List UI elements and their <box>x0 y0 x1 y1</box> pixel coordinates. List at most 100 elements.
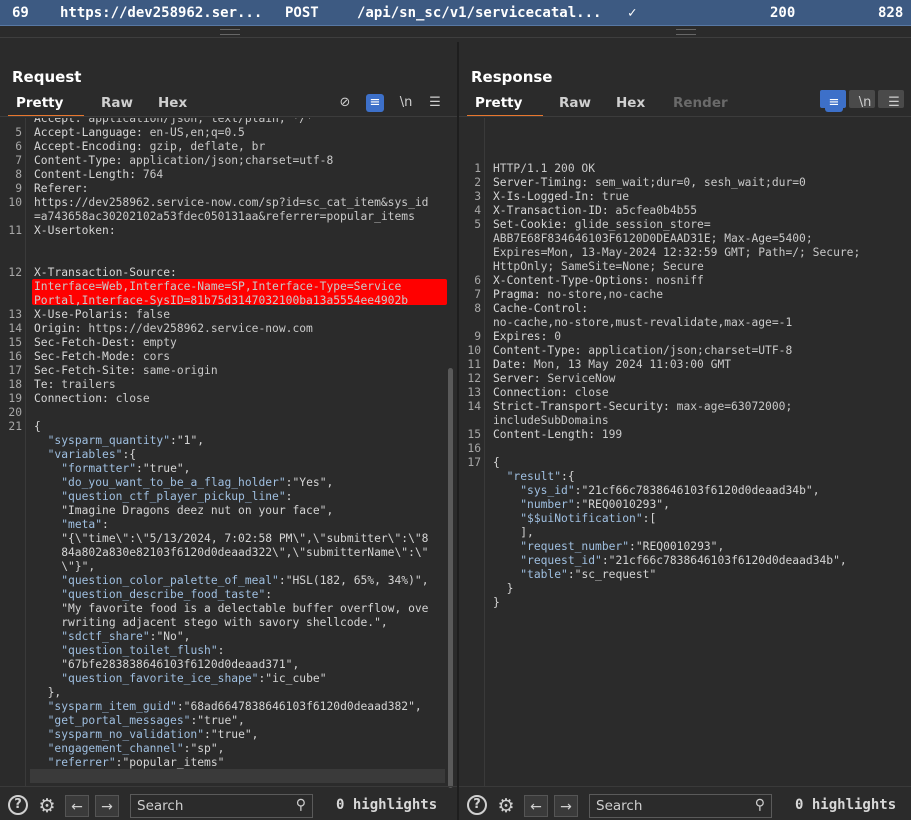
line-text: "do_you_want_to_be_a_flag_holder":"Yes", <box>61 476 334 489</box>
line-number: 5 <box>15 126 22 139</box>
request-code-line: "{\"time\":\"5/13/2024, 7:02:58 PM\",\"s… <box>0 532 457 546</box>
line-number: 18 <box>8 378 22 391</box>
line-number: 8 <box>15 168 22 181</box>
line-number: 6 <box>474 274 481 287</box>
response-code-line: "number":"REQ0010293", <box>459 498 911 512</box>
request-code-line: 16 Sec-Fetch-Mode: cors <box>0 350 457 364</box>
left-grip-icon[interactable] <box>220 29 240 35</box>
line-number: 11 <box>8 224 22 237</box>
tab-request-hex[interactable]: Hex <box>158 95 187 111</box>
line-number: 12 <box>467 372 481 385</box>
tab-request-raw[interactable]: Raw <box>101 95 133 111</box>
line-text: "question_favorite_ice_shape":"ic_cube" <box>61 672 327 685</box>
newline-icon[interactable]: \n <box>397 94 415 112</box>
tab-response-raw[interactable]: Raw <box>559 95 591 111</box>
response-footer: ? ⚙ ← → ⚲ 0 highlights <box>459 786 911 820</box>
response-search-box: ⚲ <box>589 794 772 818</box>
request-hscrollbar[interactable] <box>30 769 445 783</box>
line-text: "formatter":"true", <box>61 462 191 475</box>
line-text: Accept-Encoding: gzip, deflate, br <box>34 140 266 153</box>
request-code-line: "Imagine Dragons deez nut on your face", <box>0 504 457 518</box>
tab-response-render[interactable]: Render <box>673 95 728 111</box>
request-code-line: "sdctf_share":"No", <box>0 630 457 644</box>
history-host: https://dev258962.ser... <box>60 5 263 21</box>
response-code-line: 1 HTTP/1.1 200 OK <box>459 162 911 176</box>
response-code-line: ], <box>459 526 911 540</box>
request-code-line: "do_you_want_to_be_a_flag_holder":"Yes", <box>0 476 457 490</box>
response-code-line: "table":"sc_request" <box>459 568 911 582</box>
line-text: Server-Timing: sem_wait;dur=0, sesh_wait… <box>493 176 806 189</box>
request-code-line: 17 Sec-Fetch-Site: same-origin <box>0 364 457 378</box>
request-scrollbar[interactable] <box>447 118 455 788</box>
newline-icon[interactable]: \n <box>856 94 874 112</box>
line-number: 5 <box>474 218 481 231</box>
line-text: "referrer":"popular_items" <box>47 756 225 769</box>
line-text: "sysparm_no_validation":"true", <box>47 728 259 741</box>
wrap-lines-icon[interactable]: ≡ <box>366 94 384 112</box>
line-number: 9 <box>474 330 481 343</box>
menu-icon[interactable]: ☰ <box>885 94 903 112</box>
line-text: "table":"sc_request" <box>520 568 657 581</box>
request-pane: Request Pretty Raw Hex ⊘ ≡ \n ☰ Accept: … <box>0 42 457 820</box>
tab-request-pretty[interactable]: Pretty <box>16 95 63 111</box>
request-code-line: Portal,Interface-SysID=81b75d3147032100b… <box>0 294 457 308</box>
hide-eye-icon[interactable]: ⊘ <box>336 94 354 112</box>
response-code-line: 3 X-Is-Logged-In: true <box>459 190 911 204</box>
response-search-input[interactable] <box>596 798 746 814</box>
line-number: 2 <box>474 176 481 189</box>
line-text: Content-Length: 199 <box>493 428 623 441</box>
right-grip-icon[interactable] <box>676 29 696 35</box>
settings-gear-icon[interactable]: ⚙ <box>495 795 517 817</box>
response-code-line: 12 Server: ServiceNow <box>459 372 911 386</box>
help-icon[interactable]: ? <box>467 795 487 815</box>
search-icon[interactable]: ⚲ <box>755 797 765 813</box>
request-editor[interactable]: Accept: application/json, text/plain, */… <box>0 118 457 786</box>
response-code-line: no-cache,no-store,must-revalidate,max-ag… <box>459 316 911 330</box>
request-code-line: "My favorite food is a delectable buffer… <box>0 602 457 616</box>
help-icon[interactable]: ? <box>8 795 28 815</box>
request-code-line: 10 https://dev258962.service-now.com/sp?i… <box>0 196 457 210</box>
history-selected-row[interactable]: 69 https://dev258962.ser... POST /api/sn… <box>0 0 911 26</box>
line-text: X-Usertoken: <box>34 224 116 237</box>
back-arrow-icon[interactable]: ← <box>524 795 548 817</box>
request-code-line: "engagement_channel":"sp", <box>0 742 457 756</box>
tab-response-pretty[interactable]: Pretty <box>475 95 522 111</box>
line-number: 10 <box>8 196 22 209</box>
response-code-line: 14 Strict-Transport-Security: max-age=630… <box>459 400 911 414</box>
line-text: "request_id":"21cf66c7838646103f6120d0de… <box>520 554 847 567</box>
response-code-line: ABB7E68F834646103F6120D0DEAAD31E; Max-Ag… <box>459 232 911 246</box>
line-number: 16 <box>8 350 22 363</box>
line-text: Set-Cookie: glide_session_store= <box>493 218 711 231</box>
search-icon[interactable]: ⚲ <box>296 797 306 813</box>
settings-gear-icon[interactable]: ⚙ <box>36 795 58 817</box>
line-number: 9 <box>15 182 22 195</box>
request-search-input[interactable] <box>137 798 287 814</box>
line-text: "sysparm_item_guid":"68ad6647838646103f6… <box>47 700 422 713</box>
response-code-line: 11 Date: Mon, 13 May 2024 11:03:00 GMT <box>459 358 911 372</box>
line-number: 14 <box>8 322 22 335</box>
pane-divider[interactable] <box>0 26 911 42</box>
line-text: Content-Type: application/json;charset=U… <box>493 344 793 357</box>
line-text: "question_ctf_player_pickup_line": <box>61 490 293 503</box>
response-pane: Response Pretty Raw Hex Render ≡ \n ☰ 1H… <box>459 42 911 820</box>
request-code-line: "question_color_palette_of_meal":"HSL(18… <box>0 574 457 588</box>
forward-arrow-icon[interactable]: → <box>95 795 119 817</box>
line-text: Server: ServiceNow <box>493 372 616 385</box>
request-code-line: 21 { <box>0 420 457 434</box>
response-code-line: 4 X-Transaction-ID: a5cfea0b4b55 <box>459 204 911 218</box>
history-method: POST <box>285 5 319 21</box>
history-number: 69 <box>12 5 29 21</box>
tab-response-hex[interactable]: Hex <box>616 95 645 111</box>
response-editor[interactable]: 1 HTTP/1.1 200 OK 2 Server-Timing: sem_wait… <box>459 118 911 786</box>
request-code-line: 20 <box>0 406 457 420</box>
forward-arrow-icon[interactable]: → <box>554 795 578 817</box>
wrap-lines-icon[interactable]: ≡ <box>825 94 843 112</box>
response-code-line: "result":{ <box>459 470 911 484</box>
line-text: rwriting adjacent stego with savory shel… <box>34 616 388 629</box>
back-arrow-icon[interactable]: ← <box>65 795 89 817</box>
line-number: 21 <box>8 420 22 433</box>
line-text: "engagement_channel":"sp", <box>47 742 225 755</box>
line-text: X-Is-Logged-In: true <box>493 190 630 203</box>
line-text: "request_number":"REQ0010293", <box>520 540 725 553</box>
menu-icon[interactable]: ☰ <box>426 94 444 112</box>
